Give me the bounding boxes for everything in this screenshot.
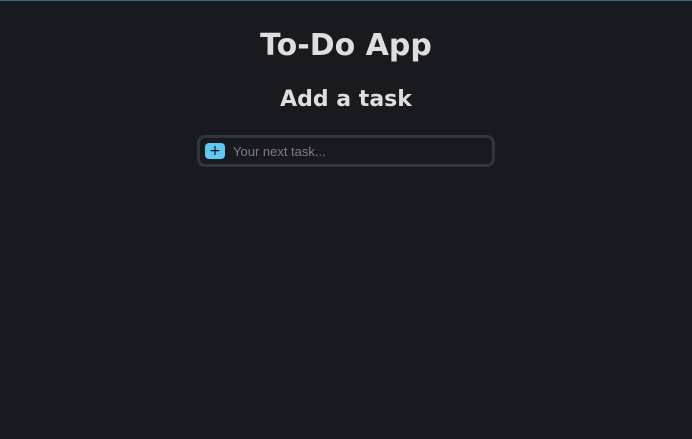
add-task-heading: Add a task — [280, 87, 412, 112]
add-task-form: + — [197, 135, 495, 167]
todo-app: To-Do App Add a task + — [0, 1, 692, 167]
page-title: To-Do App — [260, 28, 432, 63]
task-input[interactable] — [233, 141, 487, 161]
add-task-button[interactable]: + — [205, 143, 225, 159]
plus-icon: + — [209, 143, 221, 159]
